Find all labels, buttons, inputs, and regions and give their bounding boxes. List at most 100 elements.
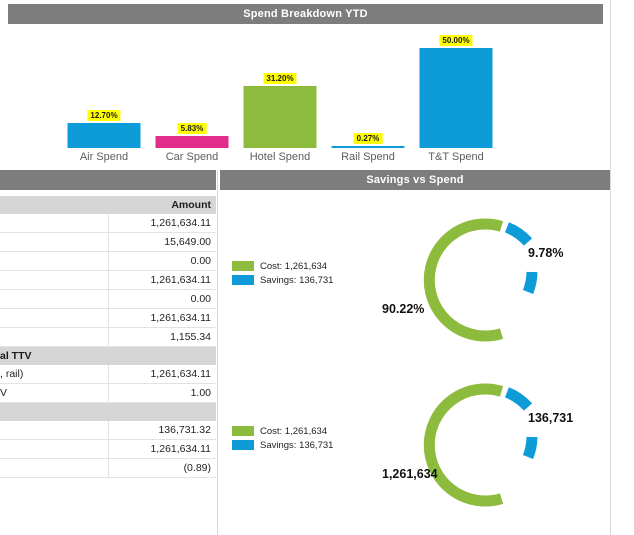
- bar-plot-area: 50.00%: [412, 35, 500, 148]
- table-cell-label: , rail): [0, 365, 109, 384]
- table-cell-label: [0, 458, 109, 478]
- table-cell-amount: 1,261,634.11: [108, 214, 216, 233]
- table-row: 1,261,634.11: [0, 308, 216, 328]
- table-cell-amount: 15,649.00: [108, 232, 216, 252]
- table-panel-header: [0, 170, 216, 190]
- legend-label-savings-abs: Savings: 136,731: [260, 439, 334, 451]
- table-cell-label: [0, 214, 109, 233]
- table-section-row: [0, 402, 216, 421]
- table-cell-amount: (0.89): [108, 458, 216, 478]
- bar-value-label: 31.20%: [263, 73, 297, 84]
- table-cell-label: al TTV: [0, 346, 108, 365]
- bar-plot-area: 0.27%: [324, 38, 412, 148]
- amount-column-header: Amount: [108, 196, 216, 214]
- table-cell-amount: [108, 346, 216, 365]
- bar-category-label: Car Spend: [165, 151, 219, 163]
- table-cell-label: [0, 327, 109, 347]
- spend-breakdown-title: Spend Breakdown YTD: [243, 8, 368, 20]
- bar-rect[interactable]: [67, 123, 141, 148]
- bar-value-label: 50.00%: [439, 35, 473, 46]
- table-row: 136,731.32: [0, 421, 216, 440]
- table-cell-amount: 1,155.34: [108, 327, 216, 347]
- bar-value-label: 0.27%: [353, 133, 383, 144]
- right-edge-divider: [610, 0, 611, 535]
- donut-absolute-savings-label: 136,731: [528, 411, 574, 425]
- donut-percent-legend: Cost: 1,261,634 Savings: 136,731: [232, 260, 362, 288]
- dashboard-root: Spend Breakdown YTD 12.70% Air Spend 5.83%…: [0, 0, 634, 535]
- savings-vs-spend-header: Savings vs Spend: [220, 170, 610, 190]
- bar-rect[interactable]: [331, 146, 405, 148]
- table-row: 1,261,634.11: [0, 214, 216, 233]
- donut-chart-percent: 90.22% 9.78%: [380, 204, 610, 364]
- table-cell-amount: 1.00: [108, 383, 216, 403]
- table-cell-label: [0, 421, 109, 440]
- legend-label-cost: Cost: 1,261,634: [260, 260, 328, 272]
- amount-table-panel: Amount 1,261,634.11 15,649.00 0.00 1,261,63…: [0, 170, 216, 535]
- bar-category-label: Hotel Spend: [249, 151, 311, 163]
- table-cell-label: [0, 402, 108, 421]
- table-cell-amount: 0.00: [108, 251, 216, 271]
- bar-category-label: T&T Spend: [428, 151, 484, 163]
- donut-percent-cost-arc: [423, 218, 504, 342]
- legend-swatch-cost: [232, 261, 254, 271]
- legend-swatch-cost-abs: [232, 426, 254, 436]
- table-row: 1,261,634.11: [0, 270, 216, 290]
- amount-table-body: 1,261,634.11 15,649.00 0.00 1,261,634.11 0.0…: [0, 214, 216, 478]
- table-cell-label: [0, 270, 109, 290]
- table-cell-label: [0, 308, 109, 328]
- donut-absolute-svg: [423, 383, 538, 507]
- table-cell-amount: 1,261,634.11: [108, 270, 216, 290]
- bar-category-label: Air Spend: [79, 151, 129, 163]
- donut-percent-svg: [423, 218, 538, 342]
- spend-breakdown-bar-chart: 12.70% Air Spend 5.83% Car Spend 31.20% Hotel…: [0, 26, 634, 163]
- legend-swatch-savings-abs: [232, 440, 254, 450]
- donut-chart-absolute: 1,261,634 136,731: [380, 369, 610, 529]
- table-cell-label: [0, 251, 109, 271]
- bar-category-label: Rail Spend: [341, 151, 395, 163]
- bar-rect[interactable]: [419, 48, 493, 148]
- donut-block-absolute: Cost: 1,261,634 Savings: 136,731 1,261,6…: [220, 365, 610, 533]
- table-row: 0.00: [0, 289, 216, 309]
- table-row: 15,649.00: [0, 232, 216, 252]
- legend-item-savings: Savings: 136,731: [232, 274, 362, 286]
- donut-percent-cost-label: 90.22%: [382, 302, 425, 316]
- amount-table: Amount 1,261,634.11 15,649.00 0.00 1,261,63…: [0, 196, 216, 478]
- donut-absolute-savings-arc-bottom: [522, 436, 538, 460]
- table-cell-label: [0, 439, 109, 459]
- bar-column-rail-spend[interactable]: 0.27% Rail Spend: [324, 38, 412, 163]
- bar-plot-area: 31.20%: [236, 38, 324, 148]
- donut-absolute-savings-arc-top: [504, 387, 533, 411]
- table-row: V 1.00: [0, 383, 216, 403]
- savings-vs-spend-panel: Savings vs Spend Cost: 1,261,634 Savings…: [220, 170, 610, 535]
- table-section-row: al TTV: [0, 346, 216, 365]
- legend-swatch-savings: [232, 275, 254, 285]
- bar-column-t-t-spend[interactable]: 50.00% T&T Spend: [412, 35, 500, 163]
- bar-column-car-spend[interactable]: 5.83% Car Spend: [148, 38, 236, 163]
- bar-column-air-spend[interactable]: 12.70% Air Spend: [60, 38, 148, 163]
- donut-block-percent: Cost: 1,261,634 Savings: 136,731 90.22% …: [220, 200, 610, 368]
- table-cell-amount: [108, 402, 216, 421]
- table-cell-label: [0, 232, 109, 252]
- donut-absolute-cost-arc: [423, 383, 504, 507]
- bar-column-hotel-spend[interactable]: 31.20% Hotel Spend: [236, 38, 324, 163]
- table-cell-amount: 136,731.32: [108, 421, 216, 440]
- table-cell-amount: 0.00: [108, 289, 216, 309]
- label-column-header: [0, 196, 108, 214]
- donut-percent-savings-arc-bottom: [522, 271, 538, 295]
- legend-label-cost-abs: Cost: 1,261,634: [260, 425, 328, 437]
- bar-rect[interactable]: [243, 86, 317, 148]
- bar-value-label: 5.83%: [177, 123, 207, 134]
- bar-rect[interactable]: [155, 136, 229, 148]
- table-row: , rail) 1,261,634.11: [0, 365, 216, 384]
- donut-absolute-legend: Cost: 1,261,634 Savings: 136,731: [232, 425, 362, 453]
- legend-item-cost: Cost: 1,261,634: [232, 260, 362, 272]
- donut-percent-savings-arc-top: [504, 222, 533, 246]
- spend-breakdown-header: Spend Breakdown YTD: [8, 4, 603, 24]
- table-header-row: Amount: [0, 196, 216, 214]
- table-row: (0.89): [0, 458, 216, 478]
- bar-plot-area: 12.70%: [60, 38, 148, 148]
- table-cell-label: V: [0, 383, 109, 403]
- table-cell-amount: 1,261,634.11: [108, 365, 216, 384]
- panel-divider-vertical: [217, 170, 218, 535]
- table-cell-label: [0, 289, 109, 309]
